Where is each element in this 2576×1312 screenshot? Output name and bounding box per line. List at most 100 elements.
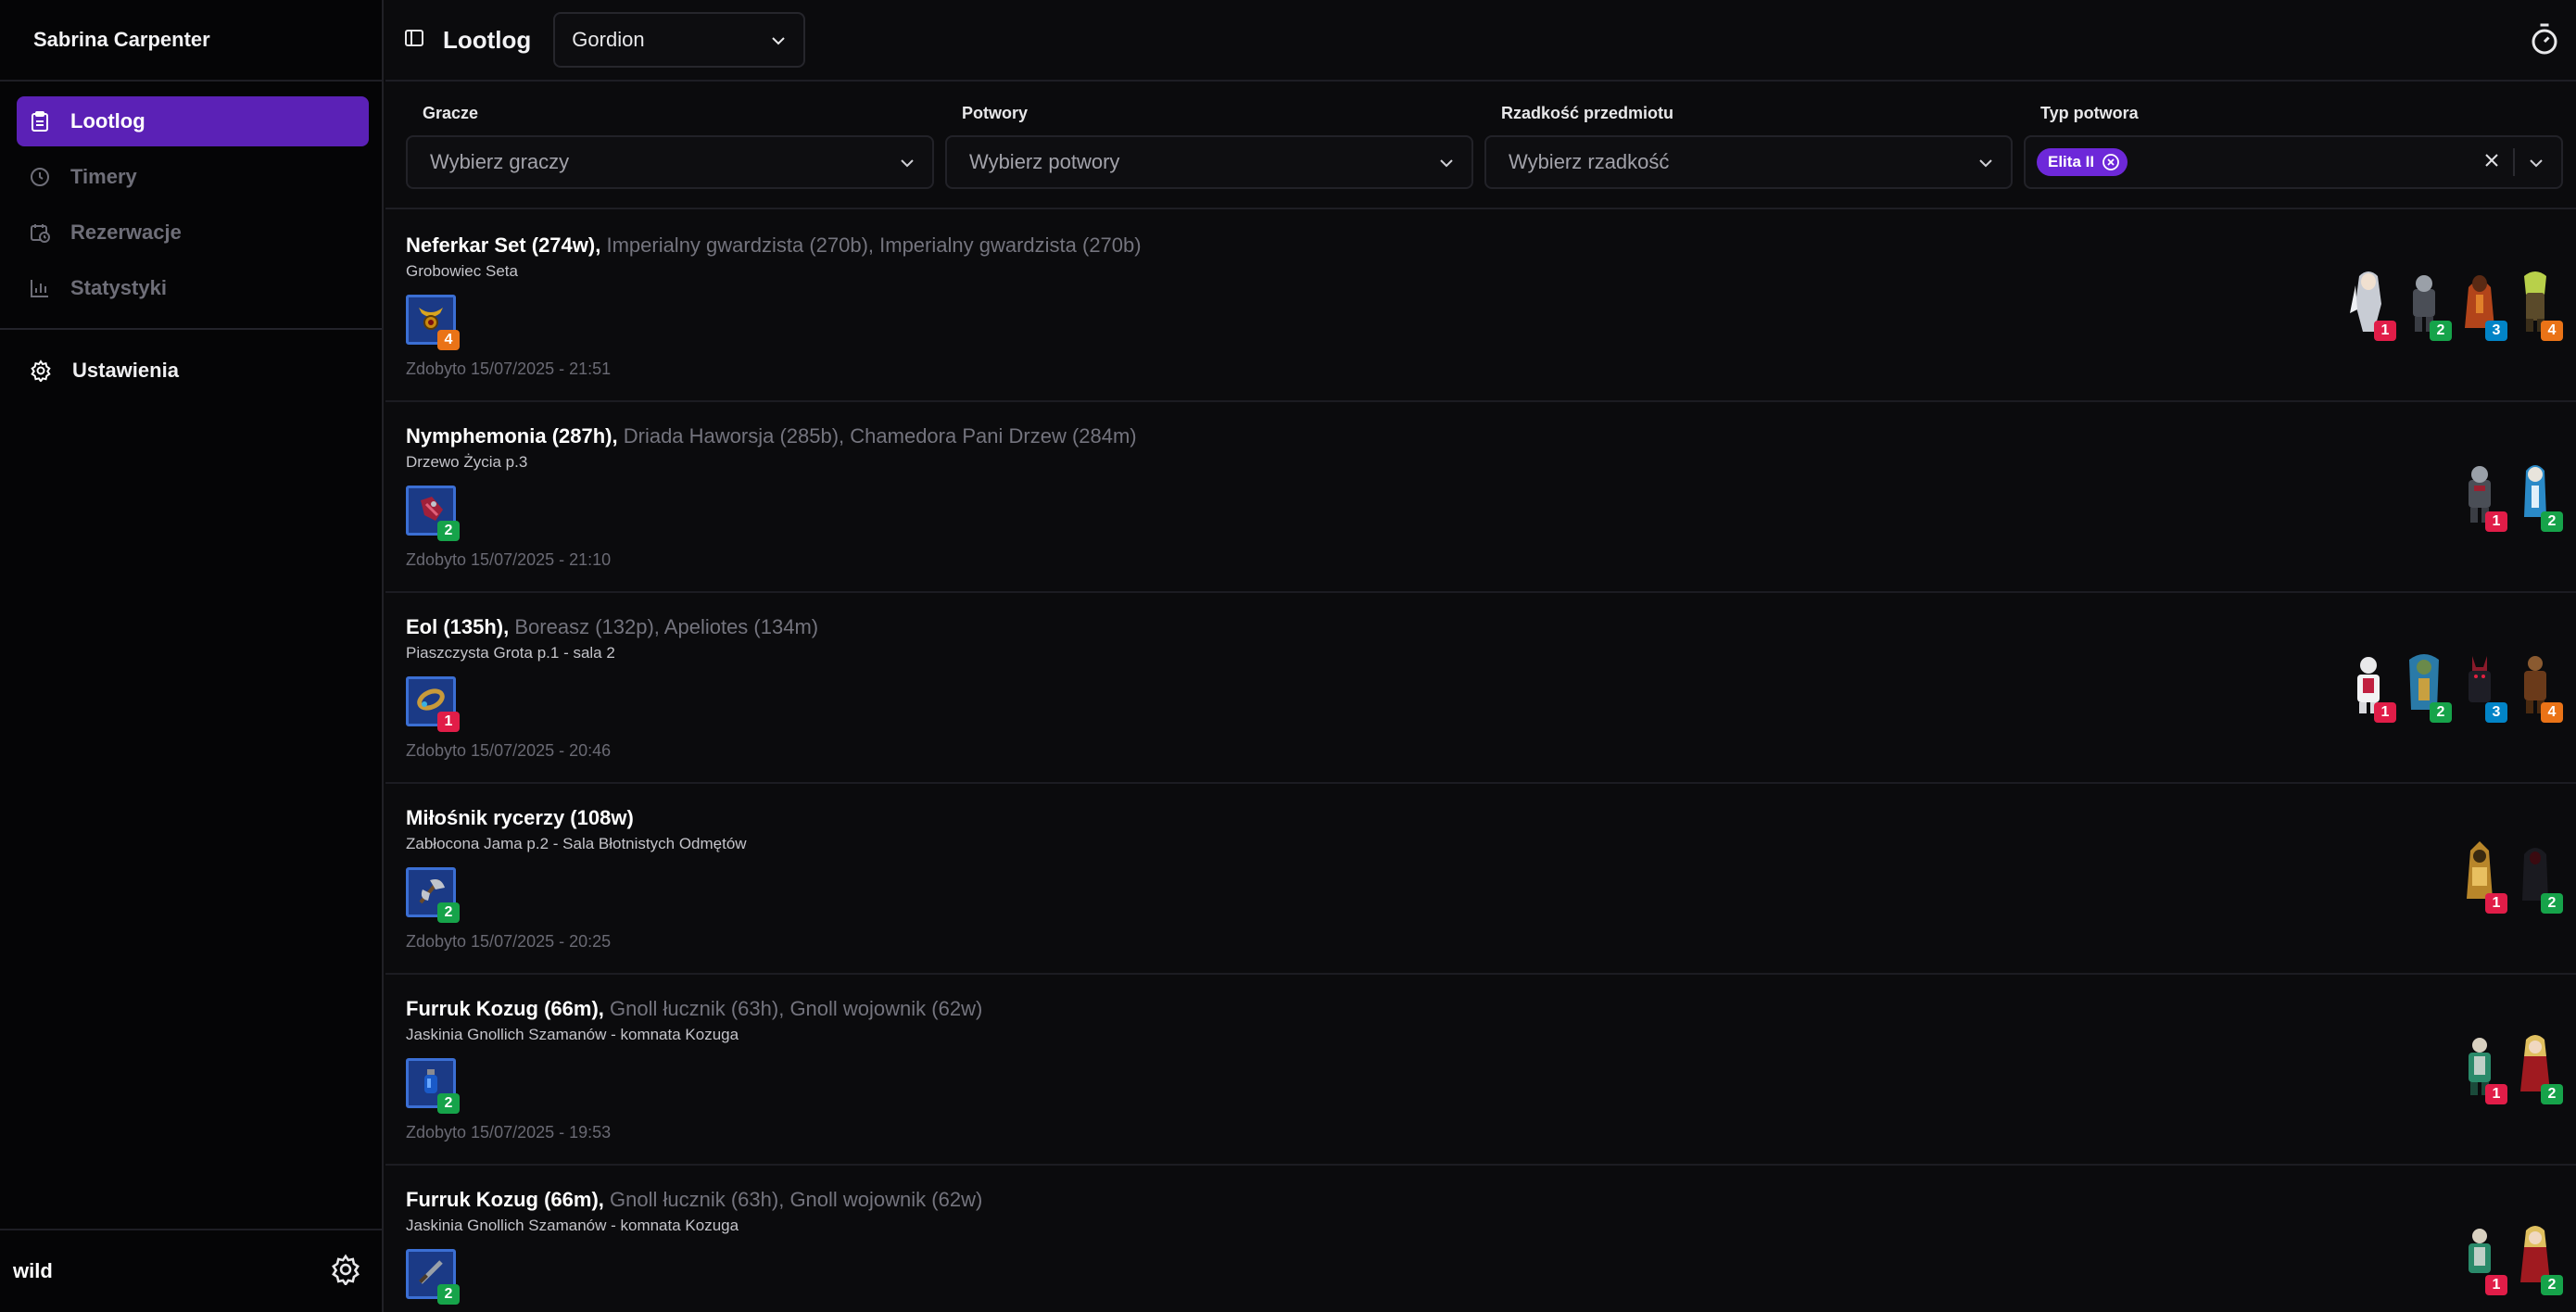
- player-avatar[interactable]: 2: [2511, 1221, 2563, 1295]
- bar-chart-icon: [30, 278, 50, 298]
- loot-entry[interactable]: Furruk Kozug (66m), Gnoll łucznik (63h),…: [385, 975, 2576, 1166]
- player-avatar[interactable]: 2: [2511, 458, 2563, 532]
- loot-entry[interactable]: Neferkar Set (274w), Imperialny gwardzis…: [385, 211, 2576, 402]
- player-avatar[interactable]: 3: [2456, 267, 2507, 341]
- player-badge: 2: [2430, 321, 2452, 341]
- player-avatar[interactable]: 1: [2456, 839, 2507, 914]
- loot-item[interactable]: 4: [406, 295, 460, 350]
- player-avatar[interactable]: 2: [2400, 649, 2452, 723]
- chevron-down-icon: [1438, 150, 1455, 174]
- sidebar-divider: [0, 328, 382, 330]
- boss-name: Furruk Kozug (66m),: [406, 997, 604, 1020]
- sidebar-item-statystyki[interactable]: Statystyki: [17, 263, 369, 313]
- loot-entry[interactable]: Nymphemonia (287h), Driada Haworsja (285…: [385, 402, 2576, 593]
- players-group: 1 2 3 4: [2344, 649, 2563, 723]
- monsters-select[interactable]: Wybierz potwory: [945, 135, 1473, 189]
- footer-username: wild: [13, 1259, 53, 1282]
- player-badge: 1: [2374, 702, 2396, 723]
- player-badge: 2: [2541, 893, 2563, 914]
- player-badge: 1: [2374, 321, 2396, 341]
- player-badge: 2: [2541, 1275, 2563, 1295]
- clock-icon: [30, 167, 50, 187]
- players-select-placeholder: Wybierz graczy: [430, 150, 570, 173]
- sidebar-toggle-button[interactable]: [404, 28, 424, 53]
- sidebar: Sabrina Carpenter Lootlog Timery Rezerwa…: [0, 0, 384, 1312]
- rarity-select-placeholder: Wybierz rzadkość: [1509, 150, 1670, 173]
- entry-location: Piaszczysta Grota p.1 - sala 2: [406, 644, 615, 662]
- loot-entry[interactable]: Miłośnik rycerzy (108w) Zabłocona Jama p…: [385, 784, 2576, 975]
- entry-header: Miłośnik rycerzy (108w): [406, 804, 2576, 832]
- player-avatar[interactable]: 3: [2456, 649, 2507, 723]
- player-badge: 2: [2430, 702, 2452, 723]
- gear-icon: [30, 360, 52, 384]
- player-avatar[interactable]: 1: [2344, 267, 2396, 341]
- monsters-select-placeholder: Wybierz potwory: [969, 150, 1120, 173]
- loot-item[interactable]: 2: [406, 867, 460, 923]
- entry-date: Zdobyto 15/07/2025 - 21:10: [406, 550, 612, 569]
- sidebar-settings-label: Ustawienia: [72, 359, 179, 382]
- sidebar-item-label: Statystyki: [70, 276, 167, 299]
- sidebar-nav: Lootlog Timery Rezerwacje Statystyki: [0, 82, 382, 313]
- sidebar-item-rezerwacje[interactable]: Rezerwacje: [17, 208, 369, 258]
- settings-gear-button[interactable]: [330, 1254, 361, 1290]
- filter-label: Gracze: [423, 104, 479, 122]
- entry-date: Zdobyto 15/07/2025 - 20:46: [406, 741, 612, 760]
- player-badge: 4: [2541, 702, 2563, 723]
- chip-remove-icon[interactable]: [2102, 153, 2120, 171]
- rarity-select[interactable]: Wybierz rzadkość: [1484, 135, 2013, 189]
- entry-header: Furruk Kozug (66m), Gnoll łucznik (63h),…: [406, 995, 2576, 1023]
- filter-label: Rzadkość przedmiotu: [1501, 104, 1674, 122]
- loot-entry[interactable]: Furruk Kozug (66m), Gnoll łucznik (63h),…: [385, 1166, 2576, 1312]
- player-badge: 3: [2485, 321, 2507, 341]
- players-group: 1 2: [2456, 839, 2563, 914]
- entry-date: Zdobyto 15/07/2025 - 20:25: [406, 932, 612, 951]
- entry-location: Zabłocona Jama p.2 - Sala Błotnistych Od…: [406, 835, 747, 852]
- chevron-down-icon[interactable]: [2528, 150, 2544, 174]
- sidebar-item-timery[interactable]: Timery: [17, 152, 369, 202]
- world-select[interactable]: Gordion: [553, 12, 806, 68]
- item-count-badge: 2: [437, 1284, 460, 1305]
- boss-name: Neferkar Set (274w),: [406, 233, 601, 257]
- item-count-badge: 2: [437, 1093, 460, 1114]
- sidebar-item-ustawienia[interactable]: Ustawienia: [0, 347, 382, 395]
- loot-item[interactable]: 1: [406, 676, 460, 732]
- monster-type-chip[interactable]: Elita II: [2037, 148, 2128, 176]
- player-avatar[interactable]: 1: [2456, 1030, 2507, 1104]
- entry-location: Grobowiec Seta: [406, 262, 518, 280]
- filter-monsters: Potwory Wybierz potwory: [945, 104, 1473, 189]
- sidebar-item-lootlog[interactable]: Lootlog: [17, 96, 369, 146]
- players-group: 1 2: [2456, 1221, 2563, 1295]
- player-avatar[interactable]: 4: [2511, 649, 2563, 723]
- sidebar-item-label: Lootlog: [70, 109, 145, 132]
- loot-item[interactable]: 2: [406, 486, 460, 541]
- player-avatar[interactable]: 4: [2511, 267, 2563, 341]
- player-avatar[interactable]: 2: [2400, 267, 2452, 341]
- filter-monster-type: Typ potwora Elita II: [2024, 104, 2563, 189]
- chevron-down-icon: [899, 150, 915, 174]
- entry-location: Jaskinia Gnollich Szamanów - komnata Koz…: [406, 1026, 739, 1043]
- loot-item[interactable]: 2: [406, 1058, 460, 1114]
- player-avatar[interactable]: 1: [2456, 458, 2507, 532]
- sidebar-user-name[interactable]: Sabrina Carpenter: [0, 0, 382, 82]
- player-badge: 2: [2541, 1084, 2563, 1104]
- loot-item[interactable]: 2: [406, 1249, 460, 1305]
- boss-name: Furruk Kozug (66m),: [406, 1188, 604, 1211]
- player-avatar[interactable]: 1: [2344, 649, 2396, 723]
- monster-type-select[interactable]: Elita II: [2024, 135, 2563, 189]
- players-select[interactable]: Wybierz graczy: [406, 135, 934, 189]
- player-avatar[interactable]: 2: [2511, 1030, 2563, 1104]
- boss-name: Eol (135h),: [406, 615, 510, 638]
- player-badge: 1: [2485, 1084, 2507, 1104]
- entry-date: Zdobyto 15/07/2025 - 19:53: [406, 1123, 612, 1142]
- loot-entry[interactable]: Eol (135h), Boreasz (132p), Apeliotes (1…: [385, 593, 2576, 784]
- calendar-clock-icon: [30, 222, 50, 243]
- other-monsters: Boreasz (132p), Apeliotes (134m): [514, 615, 819, 638]
- stopwatch-button[interactable]: [2528, 22, 2561, 56]
- filter-players: Gracze Wybierz graczy: [406, 104, 934, 189]
- clear-icon[interactable]: [2483, 150, 2500, 174]
- other-monsters: Imperialny gwardzista (270b), Imperialny…: [606, 233, 1142, 257]
- boss-name: Miłośnik rycerzy (108w): [406, 806, 634, 829]
- item-count-badge: 4: [437, 330, 460, 350]
- player-avatar[interactable]: 2: [2511, 839, 2563, 914]
- player-avatar[interactable]: 1: [2456, 1221, 2507, 1295]
